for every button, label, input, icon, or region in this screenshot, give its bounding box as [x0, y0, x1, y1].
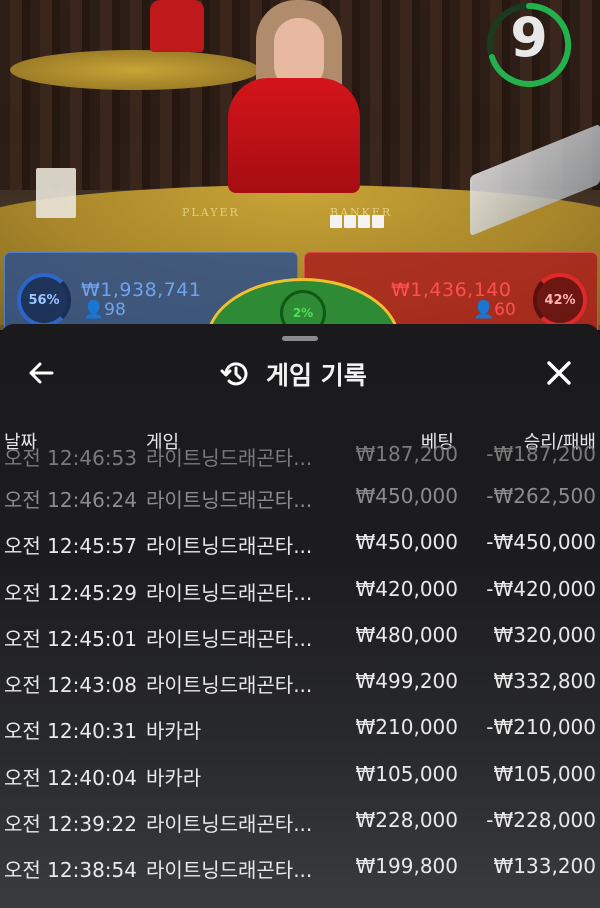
row-win-loss: ₩105,000 [493, 761, 596, 786]
sheet-title: 게임 기록 [220, 356, 367, 392]
table-row[interactable]: 오전 12:45:57 라이트닝드래곤타... ₩450,000 -₩450,0… [0, 520, 600, 566]
dealt-cards [330, 213, 388, 228]
row-game: 라이트닝드래곤타... [146, 488, 313, 512]
row-date: 오전 12:45:01 [4, 626, 137, 651]
countdown-number: 9 [510, 6, 548, 69]
sheet-header: 게임 기록 [0, 354, 600, 394]
row-bet: ₩105,000 [355, 761, 458, 786]
row-game: 라이트닝드래곤타... [146, 580, 313, 605]
row-game: 라이트닝드래곤타... [146, 673, 313, 698]
live-video: PLAYER BANKER 9 56% ₩1,938,741 👤98 ₩1,43… [0, 0, 600, 330]
row-date: 오전 12:40:31 [4, 719, 137, 744]
history-icon [220, 362, 248, 386]
sheet-title-text: 게임 기록 [266, 361, 367, 390]
table-row[interactable]: 오전 12:46:53 라이트닝드래곤타... ₩187,200 -₩187,2… [0, 442, 600, 474]
player-bettor-count-value: 98 [104, 300, 126, 320]
table-row[interactable]: 오전 12:39:22 라이트닝드래곤타... ₩228,000 -₩228,0… [0, 798, 600, 844]
row-win-loss: -₩210,000 [486, 715, 596, 740]
row-date: 오전 12:40:04 [4, 765, 137, 790]
table-row[interactable]: 오전 12:46:24 라이트닝드래곤타... ₩450,000 -₩262,5… [0, 474, 600, 520]
row-win-loss: ₩133,200 [493, 854, 596, 879]
table-row[interactable]: 오전 12:38:54 라이트닝드래곤타... ₩199,800 ₩133,20… [0, 844, 600, 890]
row-game: 라이트닝드래곤타... [146, 446, 313, 470]
row-date: 오전 12:45:29 [4, 580, 137, 605]
row-win-loss: ₩332,800 [493, 669, 596, 694]
discard-tray [36, 168, 76, 218]
row-win-loss: ₩320,000 [493, 622, 596, 647]
row-win-loss: -₩228,000 [486, 808, 596, 833]
row-bet: ₩450,000 [355, 530, 458, 555]
row-win-loss: -₩420,000 [486, 576, 596, 601]
player-percent: 56% [17, 273, 71, 327]
row-date: 오전 12:45:57 [4, 534, 137, 559]
row-win-loss: -₩450,000 [486, 530, 596, 555]
row-date: 오전 12:43:08 [4, 673, 137, 698]
row-game: 바카라 [146, 765, 202, 790]
table-row[interactable]: 오전 12:43:08 라이트닝드래곤타... ₩499,200 ₩332,80… [0, 659, 600, 705]
table-label-player: PLAYER [182, 206, 240, 219]
table-row[interactable]: 오전 12:40:04 바카라 ₩105,000 ₩105,000 [0, 752, 600, 798]
row-date: 오전 12:38:54 [4, 858, 137, 883]
table-row[interactable]: 오전 12:40:31 바카라 ₩210,000 -₩210,000 [0, 705, 600, 751]
row-bet: ₩480,000 [355, 622, 458, 647]
row-win-loss: -₩187,200 [486, 442, 596, 466]
row-bet: ₩187,200 [355, 442, 458, 466]
sheet-drag-handle[interactable] [282, 336, 318, 341]
close-icon[interactable] [544, 358, 574, 388]
background-dealer [150, 0, 204, 52]
player-bettor-count: 👤98 [83, 300, 126, 320]
row-game: 바카라 [146, 719, 202, 744]
banker-total-amount: ₩1,436,140 [391, 279, 512, 301]
row-game: 라이트닝드래곤타... [146, 858, 313, 883]
row-date: 오전 12:46:53 [4, 446, 137, 470]
banker-percent: 42% [533, 273, 587, 327]
table-row[interactable]: 오전 12:45:29 라이트닝드래곤타... ₩420,000 -₩420,0… [0, 567, 600, 613]
row-bet: ₩450,000 [355, 484, 458, 508]
row-bet: ₩210,000 [355, 715, 458, 740]
dealer [228, 78, 360, 193]
background-table [10, 50, 260, 90]
arrow-left-icon[interactable] [26, 358, 56, 388]
row-bet: ₩499,200 [355, 669, 458, 694]
row-game: 라이트닝드래곤타... [146, 812, 313, 837]
row-win-loss: -₩262,500 [486, 484, 596, 508]
user-icon: 👤 [473, 300, 495, 320]
table-row[interactable]: 오전 12:45:01 라이트닝드래곤타... ₩480,000 ₩320,00… [0, 613, 600, 659]
row-bet: ₩228,000 [355, 808, 458, 833]
player-total-amount: ₩1,938,741 [81, 279, 202, 301]
row-date: 오전 12:39:22 [4, 812, 137, 837]
banker-bettor-count: 👤60 [473, 300, 516, 320]
row-date: 오전 12:46:24 [4, 488, 137, 512]
row-bet: ₩420,000 [355, 576, 458, 601]
history-list[interactable]: 오전 12:46:53 라이트닝드래곤타... ₩187,200 -₩187,2… [0, 442, 600, 891]
row-bet: ₩199,800 [355, 854, 458, 879]
user-icon: 👤 [83, 300, 105, 320]
banker-bettor-count-value: 60 [494, 300, 516, 320]
row-game: 라이트닝드래곤타... [146, 626, 313, 651]
row-game: 라이트닝드래곤타... [146, 534, 313, 559]
game-history-sheet: 게임 기록 날짜 게임 베팅 승리/패배 오전 12:46:53 라이트닝드래곤… [0, 324, 600, 908]
